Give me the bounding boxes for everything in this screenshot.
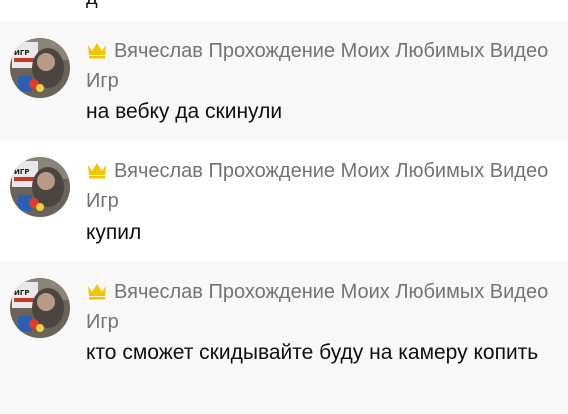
message-text: на вебку да скинули — [86, 100, 283, 123]
chat-message[interactable]: ИГР Вячеслав Прохождение Моих Любимых Ви… — [0, 262, 568, 414]
author-name-text: Вячеслав Прохождение Моих Любимых Видео … — [86, 281, 549, 333]
previous-message-tail: д — [86, 0, 98, 8]
chat-message[interactable]: ИГР Вячеслав Прохождение Моих Любимых Ви… — [0, 141, 568, 262]
message-text: кто сможет скидывайте буду на камеру коп… — [86, 341, 539, 364]
author-name-text: Вячеслав Прохождение Моих Любимых Видео … — [86, 160, 549, 212]
avatar[interactable]: ИГР — [10, 157, 70, 217]
chat-message[interactable]: ИГР Вячеслав Прохождение Моих Любимых Ви… — [0, 22, 568, 141]
crown-icon — [88, 163, 106, 179]
avatar[interactable]: ИГР — [10, 278, 70, 338]
author-name[interactable]: Вячеслав Прохождение Моих Любимых Видео … — [86, 36, 556, 96]
live-chat-feed: д ИГР Вячеслав Прохождение Моих Любимых … — [0, 0, 568, 414]
author-name[interactable]: Вячеслав Прохождение Моих Любимых Видео … — [86, 277, 556, 337]
svg-text:ИГР: ИГР — [14, 49, 29, 57]
crown-icon — [88, 43, 106, 59]
avatar-image: ИГР — [10, 38, 70, 98]
author-name[interactable]: Вячеслав Прохождение Моих Любимых Видео … — [86, 156, 556, 216]
avatar[interactable]: ИГР — [10, 38, 70, 98]
author-name-text: Вячеслав Прохождение Моих Любимых Видео … — [86, 40, 549, 92]
crown-icon — [88, 284, 106, 300]
message-text: купил — [86, 221, 142, 244]
svg-text:ИГР: ИГР — [14, 168, 29, 176]
avatar-image: ИГР — [10, 278, 70, 338]
svg-text:ИГР: ИГР — [14, 289, 29, 297]
avatar-image: ИГР — [10, 157, 70, 217]
